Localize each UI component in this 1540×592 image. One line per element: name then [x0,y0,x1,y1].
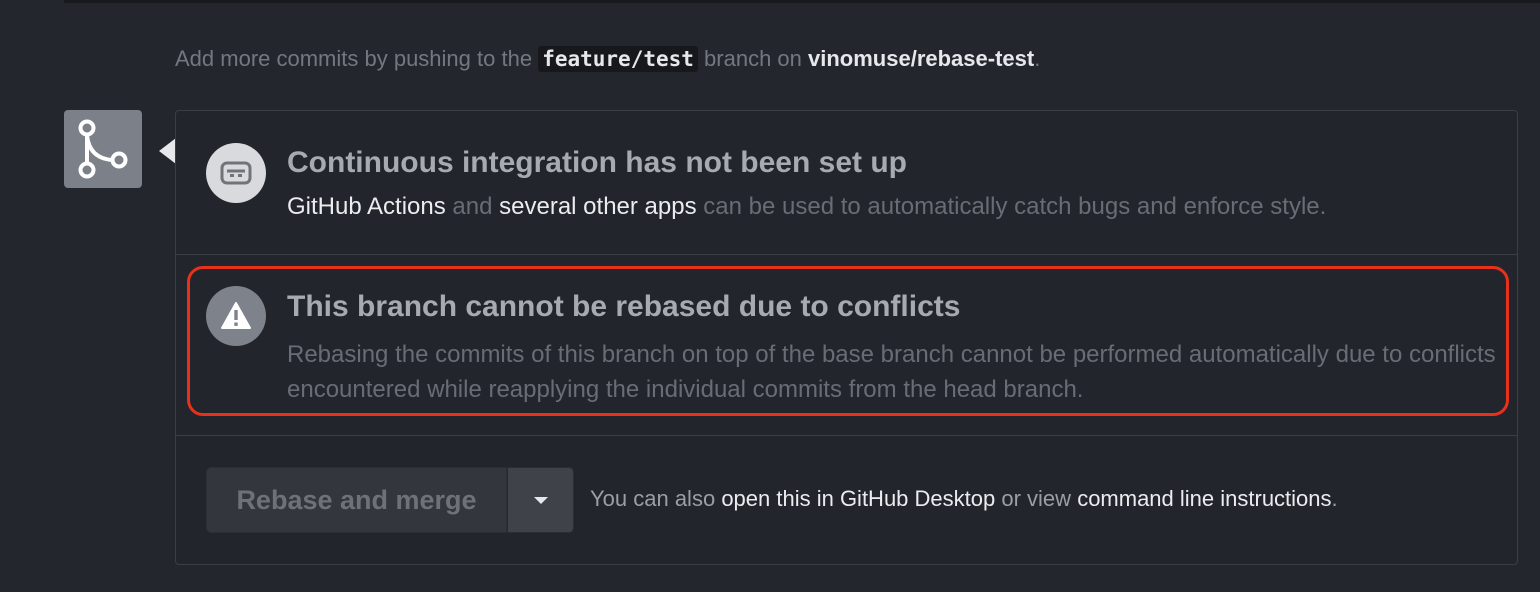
github-desktop-link[interactable]: open this in GitHub Desktop [721,486,995,511]
alternative-merge-hint: You can also open this in GitHub Desktop… [590,486,1338,512]
timeline-pointer [159,138,176,164]
push-hint-middle: branch on [704,46,802,71]
branch-name: feature/test [538,46,698,72]
top-divider [64,0,1540,3]
rebase-and-merge-button[interactable]: Rebase and merge [206,467,507,533]
github-actions-link[interactable]: GitHub Actions [287,193,446,220]
push-hint: Add more commits by pushing to the featu… [175,46,1040,72]
ci-status-title: Continuous integration has not been set … [287,146,907,179]
repo-name: vinomuse/rebase-test [808,46,1035,71]
robot-icon [206,143,266,203]
alt-hint-or: or view [1001,486,1072,511]
git-merge-icon [64,110,142,188]
section-divider [175,435,1518,436]
other-apps-link[interactable]: several other apps [499,193,696,220]
caret-down-icon [533,496,548,504]
section-divider [175,254,1518,255]
alt-hint-suffix: . [1331,486,1338,511]
push-hint-suffix: . [1034,46,1041,71]
alt-hint-prefix: You can also [590,486,716,511]
push-hint-prefix: Add more commits by pushing to the [175,46,533,71]
ci-and-text: and [452,193,493,220]
merge-method-dropdown-button[interactable] [507,467,574,533]
ci-rest-text: can be used to automatically catch bugs … [703,193,1327,220]
command-line-instructions-link[interactable]: command line instructions [1077,486,1331,511]
conflict-highlight-box [187,266,1509,416]
ci-status-description: GitHub Actions and several other apps ca… [287,193,1326,221]
